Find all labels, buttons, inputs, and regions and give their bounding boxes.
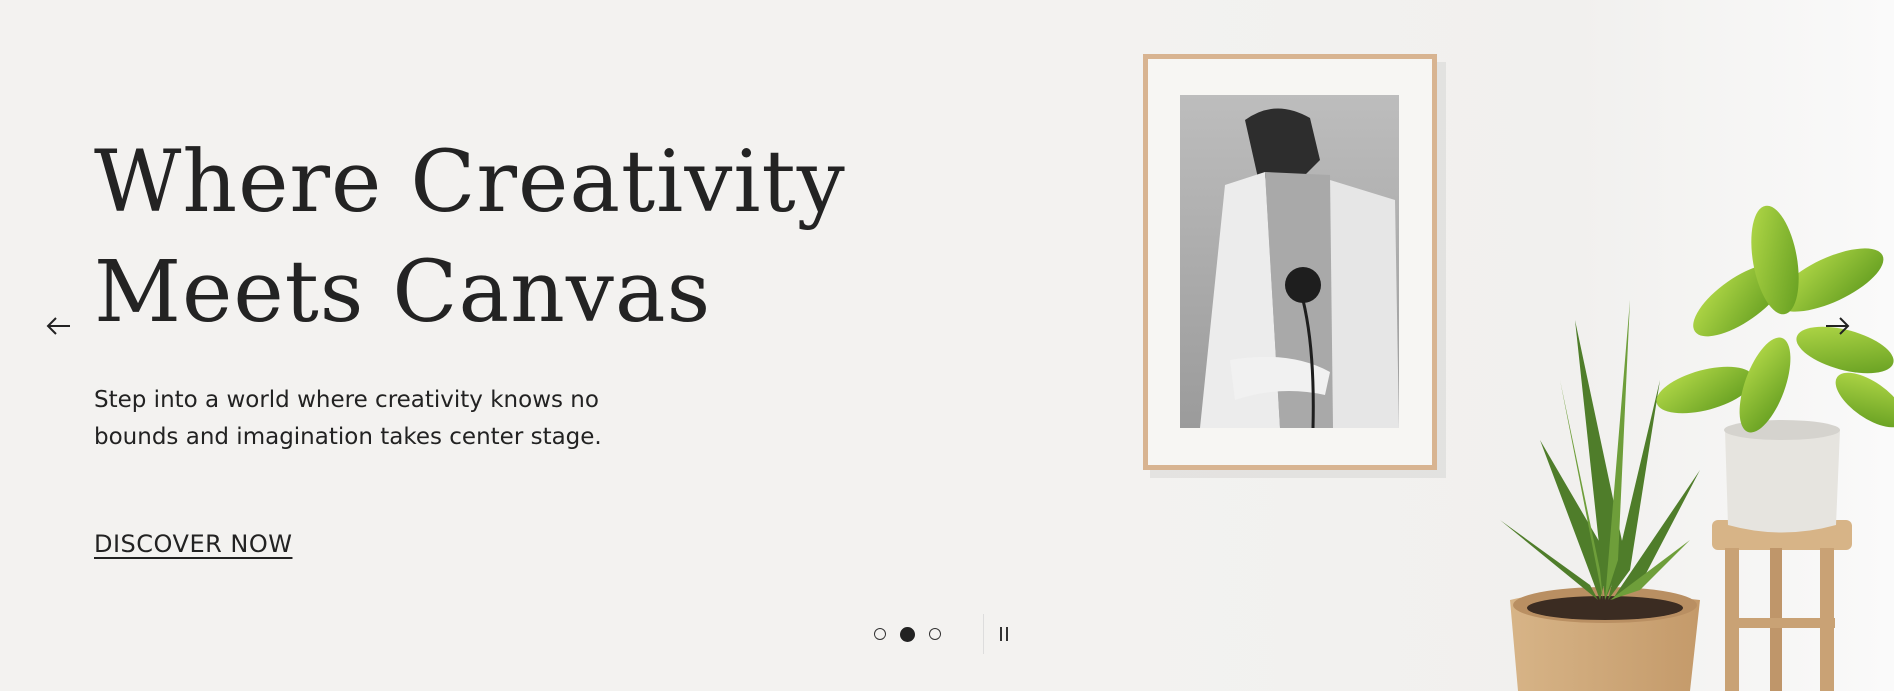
hero-subtext: Step into a world where creativity knows… (94, 387, 602, 450)
next-slide-button[interactable] (1818, 313, 1858, 339)
slide-dot-2[interactable] (900, 626, 915, 642)
discover-now-link[interactable]: DISCOVER NOW (94, 530, 292, 558)
arrow-left-icon (46, 317, 70, 335)
hero-headline-line-1: Where Creativity (94, 133, 846, 232)
hero-headline-line-2: Meets Canvas (94, 243, 712, 342)
pause-icon (1000, 627, 1002, 641)
slideshow-controls (852, 612, 1060, 656)
slide-dot-1[interactable] (874, 628, 886, 640)
slide-dot-3[interactable] (929, 628, 941, 640)
arrow-right-icon (1826, 317, 1850, 335)
previous-slide-button[interactable] (42, 313, 82, 339)
hero-headline: Where Creativity Meets Canvas (94, 128, 846, 348)
controls-divider (983, 614, 984, 654)
framed-artwork (1143, 54, 1446, 478)
pause-icon-bar (1006, 627, 1008, 641)
hero-banner: Where Creativity Meets Canvas Step into … (0, 0, 1894, 691)
pause-slideshow-button[interactable] (1000, 626, 1008, 642)
